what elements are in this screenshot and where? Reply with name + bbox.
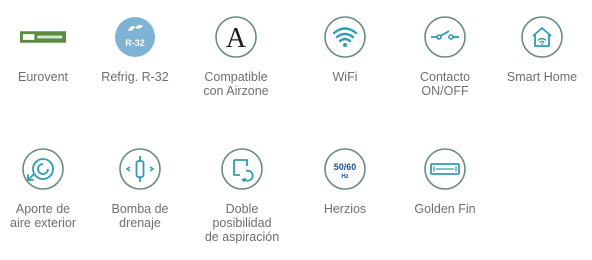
features-grid: Eurovent R-32 Refrig. R-32 A Compatible … xyxy=(0,0,592,260)
feature-label: Bomba de drenaje xyxy=(111,202,169,230)
feature-label: Aporte de aire exterior xyxy=(10,202,76,230)
feature-wifi: WiFi xyxy=(297,14,393,84)
feature-smart-home: Smart Home xyxy=(494,14,590,84)
airzone-glyph: A xyxy=(226,23,247,54)
hertz-unit: Hz xyxy=(341,174,348,180)
feature-label: Herzios xyxy=(323,202,367,216)
feature-outdoor-air: Aporte de aire exterior xyxy=(0,146,91,230)
outdoor-air-icon xyxy=(20,146,66,192)
r32-badge-text: R-32 xyxy=(125,38,145,48)
feature-label: Compatible con Airzone xyxy=(203,70,269,98)
feature-label: Refrig. R-32 xyxy=(101,70,169,84)
feature-golden-fin: Golden Fin xyxy=(397,146,493,216)
feature-airzone: A Compatible con Airzone xyxy=(188,14,284,98)
feature-r32: R-32 Refrig. R-32 xyxy=(87,14,183,84)
feature-drain-pump: Bomba de drenaje xyxy=(92,146,188,230)
airzone-icon: A xyxy=(213,14,259,60)
feature-hertz: 50/60 Hz Herzios xyxy=(297,146,393,216)
on-off-contact-icon xyxy=(422,14,468,60)
feature-label: Contacto ON/OFF xyxy=(419,70,471,98)
feature-eurovent: Eurovent xyxy=(0,14,91,84)
r32-refrigerant-icon: R-32 xyxy=(112,14,158,60)
feature-label: WiFi xyxy=(332,70,358,84)
drain-pump-icon xyxy=(117,146,163,192)
feature-label: Doble posibilidad de aspiración xyxy=(204,202,280,244)
feature-label: Eurovent xyxy=(17,70,69,84)
eurovent-logo xyxy=(20,14,66,60)
smart-home-icon xyxy=(519,14,565,60)
feature-label: Golden Fin xyxy=(414,202,476,216)
dual-intake-icon xyxy=(219,146,265,192)
hertz-icon: 50/60 Hz xyxy=(322,146,368,192)
wifi-icon xyxy=(322,14,368,60)
feature-dual-intake: Doble posibilidad de aspiración xyxy=(194,146,290,244)
feature-label: Smart Home xyxy=(506,70,578,84)
feature-on-off: Contacto ON/OFF xyxy=(397,14,493,98)
hertz-value: 50/60 xyxy=(334,162,357,172)
golden-fin-icon xyxy=(422,146,468,192)
